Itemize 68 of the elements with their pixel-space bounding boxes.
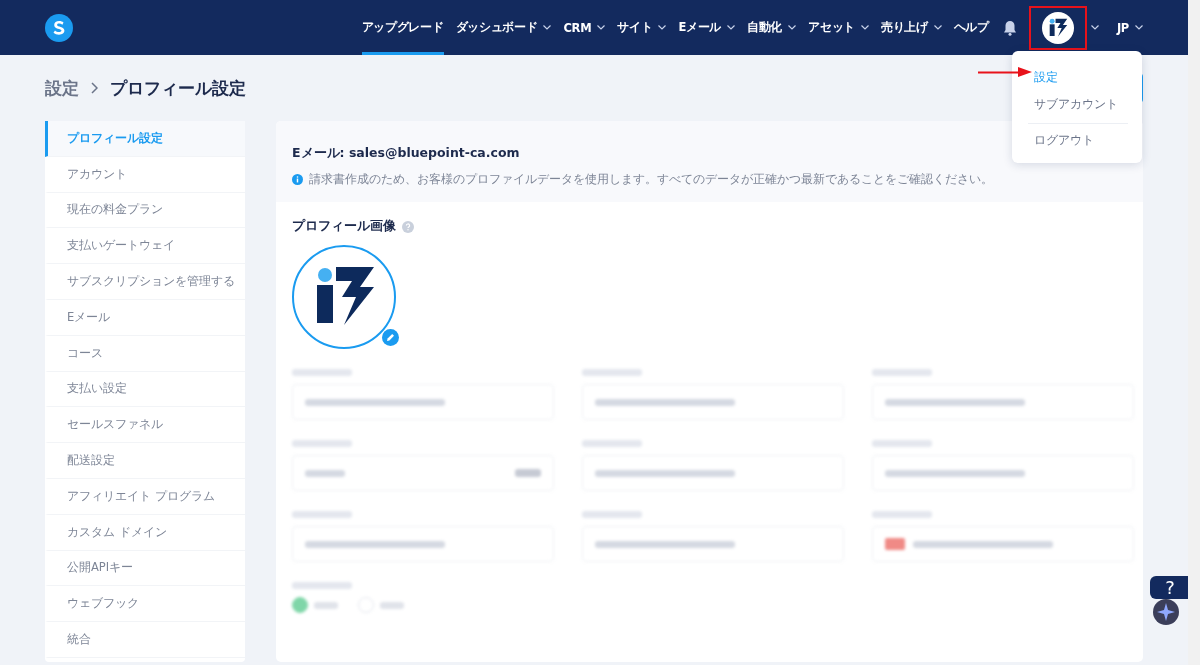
blurred-field[interactable] [582,455,844,491]
blurred-radio-option[interactable] [292,597,338,613]
nav-menu-item[interactable]: アップグレード [361,0,444,55]
sidebar-item[interactable]: 支払い設定 [45,371,245,408]
blurred-field[interactable] [292,455,554,491]
sidebar-item[interactable]: アカウント [45,156,245,193]
sidebar-item[interactable]: 支払いゲートウェイ [45,228,245,265]
sidebar-item[interactable]: Eメール [45,300,245,336]
info-icon [292,174,303,185]
menu-item[interactable]: ログアウト [1028,123,1128,155]
sidebar-item[interactable]: コース [45,335,245,372]
blurred-label [292,582,352,589]
sparkle-icon[interactable] [1153,599,1179,625]
blurred-label [292,369,352,376]
nav-menu-item[interactable]: 売り上げ [880,0,942,55]
blurred-label [582,440,642,447]
help-icon[interactable] [402,220,414,233]
blurred-label [872,511,932,518]
sidebar-item[interactable]: 現在の料金プラン [45,192,245,229]
sidebar-item[interactable]: 統合 [45,622,245,658]
avatar-icon [1041,11,1074,44]
blurred-label [292,440,352,447]
arrow-annotation [978,67,1032,77]
blurred-field[interactable] [582,384,844,420]
nav-menu-item[interactable]: 自動化 [747,0,797,55]
sidebar-item[interactable]: サブスクリプションを管理する [45,264,245,300]
blurred-label [872,369,932,376]
blurred-field[interactable] [292,384,554,420]
blurred-field[interactable] [872,455,1134,491]
blurred-field[interactable] [872,384,1134,420]
nav-menu-item[interactable]: サイト [617,0,667,55]
bell-icon[interactable] [1002,19,1017,36]
sidebar-item[interactable]: ウェブフック [45,586,245,623]
menu-item[interactable]: 設定 [1012,65,1128,92]
avatar-button[interactable] [1028,5,1087,50]
nav-menu-item[interactable]: アセット [808,0,869,55]
blurred-field[interactable] [292,526,554,562]
logo-icon[interactable] [45,13,73,42]
blurred-label [582,511,642,518]
sidebar-item[interactable]: プロフィール設定 [45,121,245,157]
page-title: プロフィール設定 [110,76,246,100]
blurred-field[interactable] [872,526,1134,562]
sidebar-item[interactable]: カスタム ドメイン [45,514,245,551]
menu-item[interactable]: サブアカウント [1012,92,1128,119]
blurred-label [872,440,932,447]
chevron-down-icon [1090,25,1099,30]
section-title: プロフィール画像 [292,218,396,235]
chevron-right-icon [91,82,98,94]
blurred-label [582,369,642,376]
sidebar-item[interactable]: セールスファネル [45,407,245,444]
email-label: Eメール: sales@bluepoint-ca.com [292,145,521,162]
sidebar-item[interactable]: 公開APIキー [45,550,245,587]
nav-menu-item[interactable]: CRM [563,0,606,55]
info-text: 請求書作成のため、お客様のプロファイルデータを使用します。すべてのデータが正確かつ最新であることをご確認ください。 [309,171,993,188]
scrollbar[interactable] [1188,0,1200,665]
blurred-field[interactable] [582,526,844,562]
chevron-down-icon [1135,25,1143,30]
edit-icon[interactable] [382,329,399,346]
nav-menu-item[interactable]: Eメール [678,0,736,55]
sidebar-item[interactable]: 配送設定 [45,443,245,479]
breadcrumb-link[interactable]: 設定 [45,76,79,100]
language-selector[interactable]: JP [1116,0,1143,55]
sidebar-item[interactable]: アフィリエイト プログラム [45,478,245,515]
nav-menu-item[interactable]: ヘルプ [953,0,989,55]
help-widget-button[interactable]: ? [1150,576,1190,599]
nav-menu-item[interactable]: ダッシュボード [455,0,552,55]
blurred-label [292,511,352,518]
profile-avatar[interactable] [292,245,396,349]
